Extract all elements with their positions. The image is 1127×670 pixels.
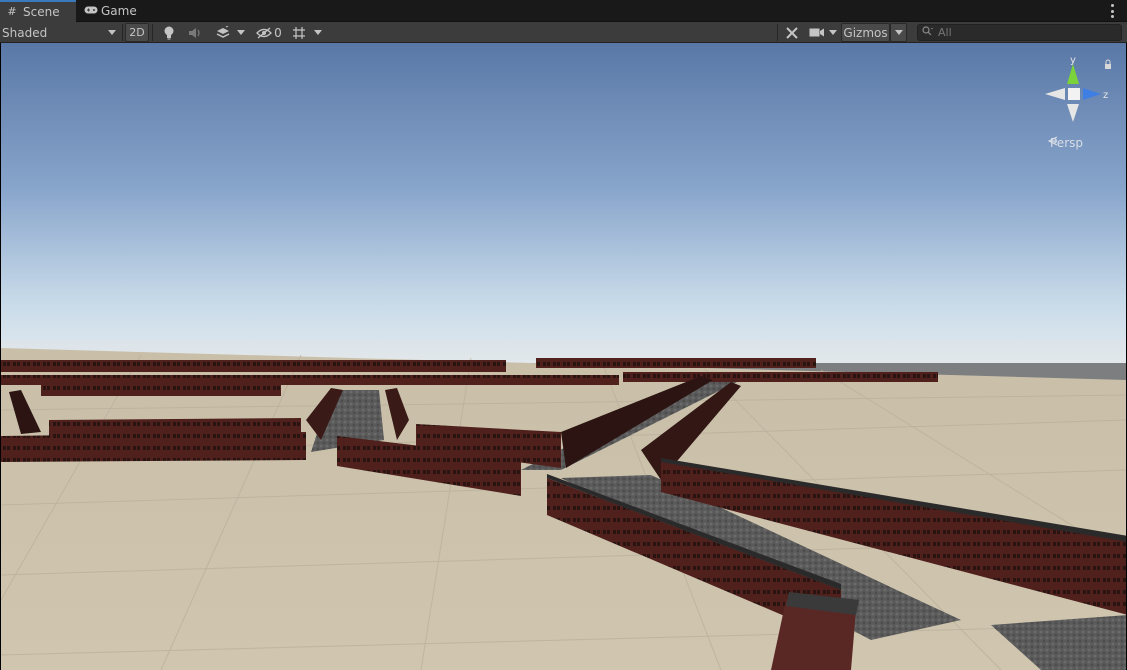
eye-hidden-icon — [256, 27, 273, 38]
toolbar-divider — [152, 24, 153, 41]
tab-game-label: Game — [101, 4, 137, 18]
audio-toggle[interactable] — [184, 23, 206, 42]
camera-dropdown[interactable] — [806, 23, 840, 42]
building-row — [1, 375, 619, 385]
gizmo-center-cube — [1068, 88, 1080, 100]
camera-icon — [809, 28, 824, 37]
scene-render — [1, 43, 1126, 670]
tab-game[interactable]: Game — [78, 0, 148, 22]
building-row — [536, 358, 816, 368]
toggle-2d-label: 2D — [129, 26, 145, 39]
tab-scene[interactable]: # Scene — [0, 0, 76, 22]
toolbar-divider — [777, 24, 778, 41]
lightbulb-icon — [164, 26, 174, 39]
grid-snap-icon — [293, 26, 305, 39]
gizmos-button[interactable]: Gizmos — [841, 23, 890, 42]
gizmo-z-label: z — [1103, 90, 1108, 101]
sky — [1, 43, 1126, 363]
building-row — [623, 372, 938, 382]
chevron-down-icon — [108, 30, 116, 35]
building-row — [1, 432, 306, 462]
gizmo-y-label: y — [1070, 55, 1076, 66]
toggle-2d-button[interactable]: 2D — [125, 23, 149, 42]
hidden-count: 0 — [274, 25, 282, 40]
chevron-down-icon — [829, 30, 837, 35]
search-input[interactable] — [938, 26, 1108, 39]
tools-toggle[interactable] — [781, 23, 803, 42]
gizmos-dropdown[interactable] — [890, 23, 907, 42]
lighting-toggle[interactable] — [158, 23, 180, 42]
draw-mode-value: Shaded — [2, 25, 48, 40]
orientation-gizmo[interactable]: y z — [1039, 54, 1119, 124]
gizmos-label: Gizmos — [843, 25, 888, 40]
tab-scene-label: Scene — [23, 5, 60, 19]
gizmo-z-axis — [1083, 88, 1101, 100]
gizmo-y-axis — [1067, 64, 1079, 84]
building-row — [1, 360, 506, 372]
editor-tab-bar: # Scene Game — [0, 0, 1127, 22]
chevron-down-icon — [314, 30, 322, 35]
building-row — [41, 384, 281, 396]
grid-snapping-dropdown[interactable] — [287, 23, 327, 42]
wrench-cross-icon — [786, 26, 798, 39]
projection-toggle[interactable]: Persp — [1048, 136, 1083, 150]
hash-grid-icon: # — [7, 5, 17, 18]
toolbar-divider — [122, 24, 123, 41]
hierarchy-search-field[interactable] — [917, 24, 1122, 41]
effects-dropdown[interactable] — [209, 23, 251, 42]
scene-viewport[interactable]: y z Persp — [0, 43, 1127, 670]
effects-layers-icon — [216, 26, 230, 38]
gizmo-neg-y-axis — [1067, 104, 1079, 122]
chevron-down-icon — [894, 30, 903, 35]
speaker-icon — [189, 27, 200, 38]
search-icon — [922, 26, 934, 39]
lock-icon — [1105, 59, 1111, 69]
hidden-objects-toggle[interactable]: 0 — [254, 23, 284, 42]
gizmo-x-axis — [1045, 88, 1065, 100]
draw-mode-dropdown[interactable]: Shaded — [2, 23, 120, 42]
scene-toolbar: Shaded 2D 0 Gizmos — [0, 22, 1127, 43]
more-options-icon[interactable] — [1111, 4, 1115, 18]
gamepad-icon — [84, 5, 98, 17]
chevron-down-icon — [237, 30, 245, 35]
